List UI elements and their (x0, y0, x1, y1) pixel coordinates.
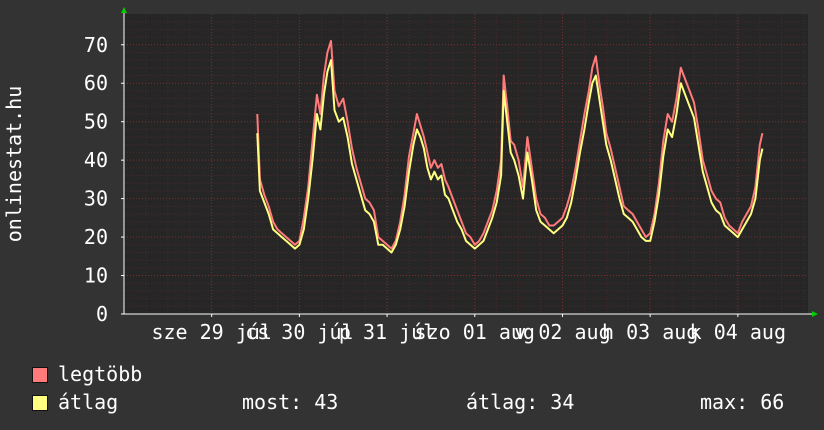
legend-row-atlag: átlag most: 43 átlag: 34 max: 66 (0, 390, 824, 416)
stat-average: átlag: 34 (466, 390, 575, 414)
x-tick-label: v 02 aug (514, 320, 610, 344)
y-tick-label: 10 (84, 264, 108, 288)
y-tick-label: 0 (96, 302, 108, 326)
x-tick-label: cs 30 júl (245, 320, 353, 344)
y-tick-label: 40 (84, 148, 108, 172)
x-tick-label: h 03 aug (602, 320, 698, 344)
atlag-swatch (32, 395, 48, 411)
y-axis-arrow-icon (121, 7, 127, 13)
x-axis-arrow-icon (812, 311, 818, 317)
y-tick-label: 30 (84, 187, 108, 211)
y-tick-label: 70 (84, 33, 108, 57)
y-axis-label: onlinestat.hu (2, 86, 26, 243)
y-tick-labels: 0 10 20 30 40 50 60 70 (84, 33, 108, 326)
stat-current: most: 43 (242, 390, 339, 414)
stat-max: max: 66 (700, 390, 785, 414)
x-tick-labels: sze 29 júlcs 30 júlp 31 júlszo 01 augv 0… (151, 320, 786, 344)
legtobb-swatch (32, 367, 48, 383)
plot-background (124, 14, 808, 314)
atlag-label: átlag (58, 390, 119, 414)
y-tick-label: 20 (84, 225, 108, 249)
legtobb-label: legtöbb (58, 362, 143, 386)
y-tick-label: 50 (84, 110, 108, 134)
y-tick-label: 60 (84, 71, 108, 95)
x-tick-label: k 04 aug (690, 320, 786, 344)
legend-row-legtobb: legtöbb (0, 362, 824, 388)
